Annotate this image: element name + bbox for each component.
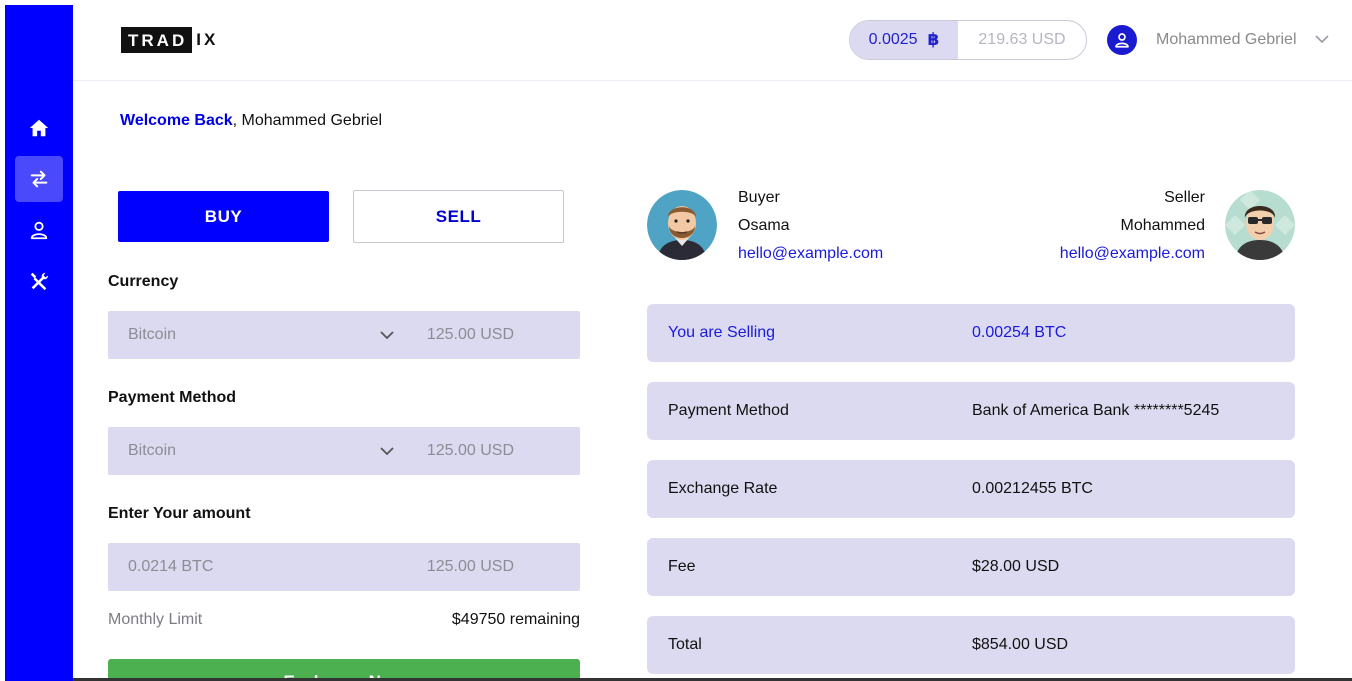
seller-name: Mohammed [1120,217,1205,234]
chevron-down-icon [380,331,394,340]
chevron-down-icon[interactable] [1315,34,1329,44]
avatar[interactable] [1107,25,1137,55]
sidebar-item-profile[interactable] [15,207,63,253]
balance-btc-value: 0.0025 [868,31,918,48]
monthly-limit-label: Monthly Limit [108,611,203,628]
currency-selected-value: Bitcoin [128,326,177,343]
amount-input[interactable]: 0.0214 BTC 125.00 USD [108,543,580,591]
sidebar-item-home[interactable] [15,105,63,151]
payment-method-label: Payment Method [108,389,237,406]
brand-logo[interactable]: TRAD IX [121,27,218,53]
exchange-arrows-icon [30,170,48,188]
welcome-greeting: Welcome Back [120,112,233,129]
currency-label: Currency [108,273,179,290]
sidebar [5,5,73,681]
seller-avatar [1225,190,1295,260]
home-icon [29,119,49,137]
buyer-avatar-illustration [647,190,717,260]
balance-btc: 0.0025 ฿ [850,21,958,59]
payment-method-selected-value: Bitcoin [128,442,177,459]
user-icon [1115,33,1129,48]
seller-avatar-illustration [1225,190,1295,260]
tools-icon [30,272,49,291]
amount-label: Enter Your amount [108,505,251,522]
currency-select[interactable]: Bitcoin 125.00 USD [108,311,580,359]
welcome-user: , Mohammed Gebriel [232,112,383,129]
summary-key: You are Selling [668,324,776,341]
wallet-balance[interactable]: 0.0025 ฿ 219.63 USD [849,20,1087,60]
amount-btc-value: 0.0214 BTC [128,558,214,575]
buyer-name: Osama [738,217,790,234]
summary-key: Payment Method [668,402,789,419]
buyer-avatar [647,190,717,260]
bitcoin-icon: ฿ [927,30,940,49]
summary-value: Bank of America Bank ********5245 [972,402,1220,419]
payment-method-select[interactable]: Bitcoin 125.00 USD [108,427,580,475]
payment-method-usd-value: 125.00 USD [426,442,514,459]
summary-row-fee: Fee $28.00 USD [647,538,1295,596]
welcome-message: Welcome Back, Mohammed Gebriel [120,112,382,130]
buyer-email[interactable]: hello@example.com [738,240,883,268]
user-name[interactable]: Mohammed Gebriel [1156,31,1297,49]
summary-key: Total [668,636,702,653]
summary-value: $854.00 USD [972,636,1069,653]
summary-key: Exchange Rate [668,480,778,497]
seller-info: Seller Mohammed hello@example.com [1000,184,1205,268]
buy-button[interactable]: BUY [118,191,329,242]
buyer-role: Buyer [738,189,780,206]
summary-value: 0.00212455 BTC [972,480,1093,497]
amount-usd-value: 125.00 USD [426,558,514,575]
summary-row-payment-method: Payment Method Bank of America Bank ****… [647,382,1295,440]
summary-value: 0.00254 BTC [972,324,1067,341]
sell-button[interactable]: SELL [353,190,564,243]
balance-usd: 219.63 USD [978,31,1066,48]
monthly-limit-value: $49750 remaining [451,611,580,628]
seller-email[interactable]: hello@example.com [1000,240,1205,268]
summary-row-total: Total $854.00 USD [647,616,1295,674]
summary-key: Fee [668,558,696,575]
user-icon [30,221,48,240]
logo-tail-text: IX [196,30,219,49]
logo-box-text: TRAD [121,27,193,53]
topbar: TRAD IX 0.0025 ฿ 219.63 USD Mohammed Geb… [73,0,1352,81]
currency-usd-value: 125.00 USD [426,326,514,343]
summary-value: $28.00 USD [972,558,1060,575]
summary-row-selling: You are Selling 0.00254 BTC [647,304,1295,362]
chevron-down-icon [380,447,394,456]
sidebar-item-tools[interactable] [15,258,63,304]
summary-row-exchange-rate: Exchange Rate 0.00212455 BTC [647,460,1295,518]
seller-role: Seller [1164,189,1205,206]
sidebar-item-exchange[interactable] [15,156,63,202]
buyer-info: Buyer Osama hello@example.com [738,184,883,268]
